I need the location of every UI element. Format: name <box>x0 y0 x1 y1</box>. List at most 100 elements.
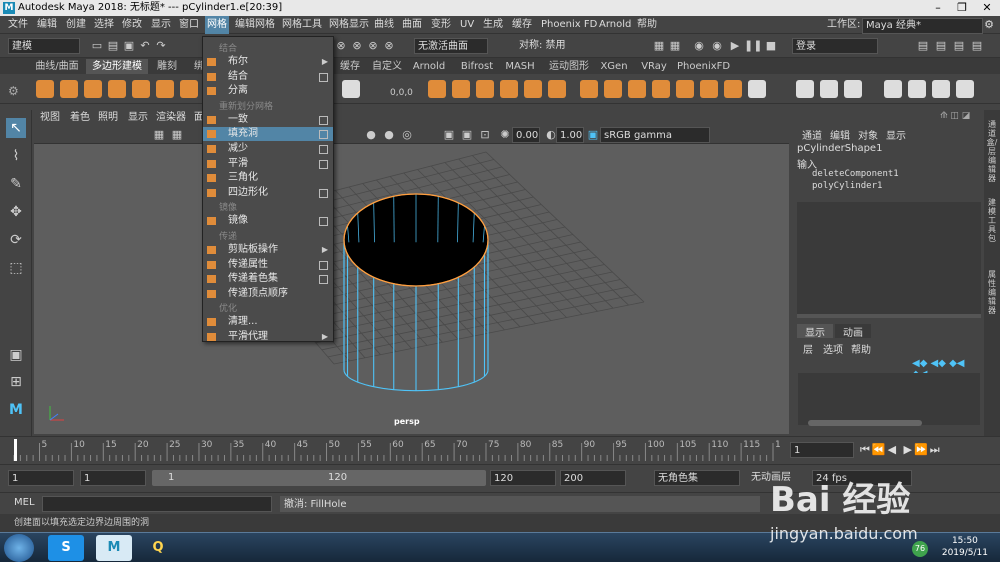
anim-end-field[interactable]: 200 <box>560 470 626 486</box>
option-box-icon[interactable] <box>319 72 328 82</box>
wireframe-icon[interactable]: ▦ <box>152 128 166 142</box>
exposure-field[interactable]: 0.00 <box>512 127 540 143</box>
menu-item[interactable]: 创建 <box>64 16 88 34</box>
range-end-field[interactable]: 120 <box>490 470 556 486</box>
open-icon[interactable]: ▤ <box>106 39 120 53</box>
menu-item-4-1[interactable]: 平滑代理 ▶ <box>203 330 333 344</box>
paint-select-icon[interactable]: ✎ <box>6 174 26 194</box>
current-frame-field[interactable]: 1 <box>790 442 854 458</box>
layer-scrollbar[interactable] <box>808 420 922 426</box>
uv-auto-icon[interactable] <box>956 80 974 98</box>
arnold-render-icon[interactable]: ◉ <box>710 39 724 53</box>
time-cursor[interactable] <box>14 439 17 461</box>
modeling-toolkit-icon[interactable]: ▤ <box>916 39 930 53</box>
fill-hole-icon[interactable] <box>604 80 622 98</box>
input-item[interactable]: polyCylinder1 <box>812 181 882 191</box>
snap-curve-icon[interactable]: ⊗ <box>350 39 364 53</box>
isolate-icon[interactable]: ▣ <box>442 128 456 142</box>
menu-item-1-0[interactable]: 一致 <box>203 113 333 127</box>
snap-point-icon[interactable]: ⊗ <box>366 39 380 53</box>
menu-item[interactable]: Phoenix FD <box>539 16 599 34</box>
taskbar-app-sogou[interactable]: S <box>48 535 84 561</box>
separate-icon[interactable] <box>452 80 470 98</box>
layout-four-icon[interactable]: ⊞ <box>6 372 26 392</box>
menu-item[interactable]: 网格 <box>205 16 229 34</box>
tray-badge[interactable]: 76 <box>912 541 928 557</box>
pause-icon[interactable]: ❚❚ <box>744 39 762 53</box>
splitter[interactable] <box>797 314 981 318</box>
time-slider[interactable]: 1 ⏮⏪◀ ▶⏩⏭ 5 10 15 20 25 30 35 40 45 50 55 60 65 70 75 8… <box>0 436 1000 462</box>
shelf-tab[interactable]: Arnold <box>408 59 450 74</box>
viewport-menu-item[interactable]: 渲染器 <box>156 110 186 126</box>
shelf-tab[interactable]: XGen <box>598 59 630 74</box>
undo-icon[interactable]: ↶ <box>138 39 152 53</box>
extrude-icon[interactable] <box>524 80 542 98</box>
bevel-icon[interactable] <box>548 80 566 98</box>
menu-item[interactable]: 缓存 <box>510 16 534 34</box>
menu-item[interactable]: 编辑网格 <box>233 16 277 34</box>
xray-icon[interactable]: ▣ <box>460 128 474 142</box>
shelf-tab[interactable]: Bifrost <box>456 59 498 74</box>
range-start-field[interactable]: 1 <box>80 470 146 486</box>
play-icon[interactable]: ▶ <box>728 39 742 53</box>
object-name[interactable]: pCylinderShape1 <box>797 143 882 154</box>
snap-grid-icon[interactable]: ⊗ <box>334 39 348 53</box>
maximize-button[interactable]: ❐ <box>950 1 974 15</box>
menu-item-3-1[interactable]: 传递属性 <box>203 258 333 272</box>
menu-item-1-5[interactable]: 四边形化 <box>203 186 333 200</box>
new-scene-icon[interactable]: ▭ <box>90 39 104 53</box>
menu-item[interactable]: 显示 <box>149 16 173 34</box>
playback-controls[interactable]: ⏮⏪◀ ▶⏩⏭ <box>860 443 942 457</box>
panel-icons[interactable]: ⟰ ◫ ◪ <box>940 111 980 123</box>
option-box-icon[interactable] <box>319 130 328 140</box>
uv-editor-icon[interactable] <box>748 80 766 98</box>
mode-select[interactable]: 建模 <box>8 38 80 54</box>
poly-cube-icon[interactable] <box>60 80 78 98</box>
layer-tab[interactable]: 显示 <box>797 324 833 339</box>
attr-editor-icon[interactable]: ▤ <box>934 39 948 53</box>
symmetry-select[interactable]: 对称: 禁用 <box>516 38 592 54</box>
menu-item[interactable]: 文件 <box>6 16 30 34</box>
menu-item[interactable]: 曲线 <box>372 16 396 34</box>
merge-icon[interactable] <box>628 80 646 98</box>
option-box-icon[interactable] <box>319 159 328 169</box>
option-box-icon[interactable] <box>319 275 328 285</box>
target-weld-icon[interactable] <box>844 80 862 98</box>
viewport-menu-item[interactable]: 照明 <box>98 110 118 126</box>
scale-tool-icon[interactable]: ⬚ <box>6 258 26 278</box>
menu-item[interactable]: 网格工具 <box>280 16 324 34</box>
taskbar-app-maya[interactable]: M <box>96 535 132 561</box>
option-box-icon[interactable] <box>319 115 328 125</box>
option-box-icon[interactable] <box>319 188 328 198</box>
redo-icon[interactable]: ↷ <box>154 39 168 53</box>
ipr-icon[interactable]: ◉ <box>692 39 706 53</box>
mirror-icon[interactable] <box>676 80 694 98</box>
channel-tab[interactable]: 对象 <box>858 127 878 142</box>
layer-menu-item[interactable]: 层 <box>803 341 813 356</box>
vertical-tab[interactable]: 建模工具包 <box>986 198 998 243</box>
layer-menu-item[interactable]: 选项 <box>823 341 843 356</box>
menu-item-0-1[interactable]: 结合 <box>203 70 333 84</box>
combine-icon[interactable] <box>428 80 446 98</box>
shelf-tab[interactable]: VRay <box>635 59 673 74</box>
character-set-select[interactable]: 无角色集 <box>654 470 740 486</box>
vertical-tab[interactable]: 通道盒/层编辑器 <box>986 120 998 183</box>
clock[interactable]: 15:50 2019/5/11 <box>942 535 988 559</box>
menu-item-1-3[interactable]: 平滑 <box>203 157 333 171</box>
menu-item[interactable]: 选择 <box>92 16 116 34</box>
move-tool-icon[interactable]: ✥ <box>6 202 26 222</box>
menu-item[interactable]: 变形 <box>429 16 453 34</box>
uv-planar-icon[interactable] <box>932 80 950 98</box>
input-item[interactable]: deleteComponent1 <box>812 169 899 179</box>
vertical-tab[interactable]: 属性编辑器 <box>986 270 998 315</box>
shelf-tab[interactable]: 运动图形 <box>544 59 594 74</box>
tool-settings-icon[interactable]: ▤ <box>952 39 966 53</box>
shelf-tab[interactable]: 缓存 <box>335 59 365 74</box>
channel-tab[interactable]: 通道 <box>802 127 822 142</box>
lasso-tool-icon[interactable]: ⌇ <box>6 146 26 166</box>
viewport-menu-item[interactable]: 着色 <box>70 110 90 126</box>
shelf-tab[interactable]: MASH <box>502 59 538 74</box>
quadrangulate-icon[interactable] <box>724 80 742 98</box>
menu-item-1-4[interactable]: 三角化 <box>203 171 333 185</box>
menu-item[interactable]: 曲面 <box>400 16 424 34</box>
